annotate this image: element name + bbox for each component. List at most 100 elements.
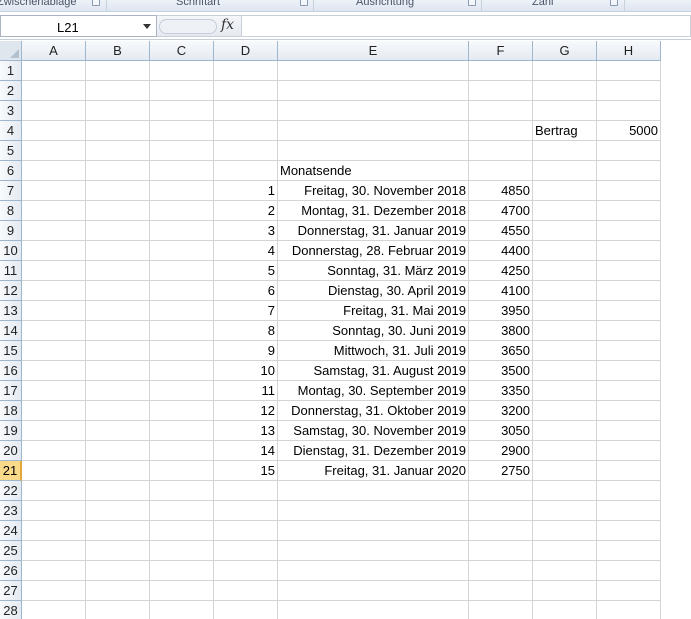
cell-b26[interactable] (86, 561, 150, 581)
cell-e20[interactable]: Dienstag, 31. Dezember 2019 (278, 441, 469, 461)
cell-d15[interactable]: 9 (214, 341, 278, 361)
cell-e16[interactable]: Samstag, 31. August 2019 (278, 361, 469, 381)
cell-c25[interactable] (150, 541, 214, 561)
cell-g13[interactable] (533, 301, 597, 321)
formula-input[interactable] (241, 15, 691, 37)
cell-b17[interactable] (86, 381, 150, 401)
column-header-g[interactable]: G (533, 41, 597, 61)
cell-b20[interactable] (86, 441, 150, 461)
cell-c22[interactable] (150, 481, 214, 501)
row-header-8[interactable]: 8 (0, 201, 22, 221)
cell-f21[interactable]: 2750 (469, 461, 533, 481)
cell-h1[interactable] (597, 61, 661, 81)
cell-g21[interactable] (533, 461, 597, 481)
cell-d10[interactable]: 4 (214, 241, 278, 261)
cell-e28[interactable] (278, 601, 469, 619)
cell-h20[interactable] (597, 441, 661, 461)
row-header-14[interactable]: 14 (0, 321, 22, 341)
cell-h4[interactable]: 5000 (597, 121, 661, 141)
cell-b18[interactable] (86, 401, 150, 421)
cell-d27[interactable] (214, 581, 278, 601)
cell-a26[interactable] (22, 561, 86, 581)
cell-c14[interactable] (150, 321, 214, 341)
name-box[interactable]: L21 (0, 15, 157, 37)
cell-h11[interactable] (597, 261, 661, 281)
cell-g8[interactable] (533, 201, 597, 221)
row-header-5[interactable]: 5 (0, 141, 22, 161)
cell-e21[interactable]: Freitag, 31. Januar 2020 (278, 461, 469, 481)
cell-g11[interactable] (533, 261, 597, 281)
insert-function-icon[interactable]: fx (221, 17, 234, 33)
cell-a27[interactable] (22, 581, 86, 601)
cell-f2[interactable] (469, 81, 533, 101)
cell-c28[interactable] (150, 601, 214, 619)
cell-h22[interactable] (597, 481, 661, 501)
cell-a16[interactable] (22, 361, 86, 381)
cell-b16[interactable] (86, 361, 150, 381)
cell-a25[interactable] (22, 541, 86, 561)
cell-f7[interactable]: 4850 (469, 181, 533, 201)
cell-c21[interactable] (150, 461, 214, 481)
cell-g16[interactable] (533, 361, 597, 381)
column-header-f[interactable]: F (469, 41, 533, 61)
cell-d17[interactable]: 11 (214, 381, 278, 401)
row-header-24[interactable]: 24 (0, 521, 22, 541)
cell-e11[interactable]: Sonntag, 31. März 2019 (278, 261, 469, 281)
cell-g4[interactable]: Bertrag (533, 121, 597, 141)
cell-e15[interactable]: Mittwoch, 31. Juli 2019 (278, 341, 469, 361)
cell-g14[interactable] (533, 321, 597, 341)
cell-g3[interactable] (533, 101, 597, 121)
cell-e22[interactable] (278, 481, 469, 501)
cell-d9[interactable]: 3 (214, 221, 278, 241)
cell-a14[interactable] (22, 321, 86, 341)
cell-c18[interactable] (150, 401, 214, 421)
cell-d5[interactable] (214, 141, 278, 161)
cell-b27[interactable] (86, 581, 150, 601)
cell-b7[interactable] (86, 181, 150, 201)
cell-f26[interactable] (469, 561, 533, 581)
cell-a12[interactable] (22, 281, 86, 301)
cell-h7[interactable] (597, 181, 661, 201)
cell-e23[interactable] (278, 501, 469, 521)
dialog-launcher-icon[interactable] (92, 0, 100, 6)
cell-a15[interactable] (22, 341, 86, 361)
row-header-15[interactable]: 15 (0, 341, 22, 361)
cell-f10[interactable]: 4400 (469, 241, 533, 261)
cell-g28[interactable] (533, 601, 597, 619)
cell-e8[interactable]: Montag, 31. Dezember 2018 (278, 201, 469, 221)
cell-d12[interactable]: 6 (214, 281, 278, 301)
cell-a8[interactable] (22, 201, 86, 221)
cell-e13[interactable]: Freitag, 31. Mai 2019 (278, 301, 469, 321)
cell-g27[interactable] (533, 581, 597, 601)
cell-f5[interactable] (469, 141, 533, 161)
cell-c26[interactable] (150, 561, 214, 581)
dialog-launcher-icon[interactable] (300, 0, 308, 6)
cell-e5[interactable] (278, 141, 469, 161)
resize-grip[interactable] (159, 19, 217, 34)
cell-a24[interactable] (22, 521, 86, 541)
cell-c16[interactable] (150, 361, 214, 381)
cell-f1[interactable] (469, 61, 533, 81)
cell-a23[interactable] (22, 501, 86, 521)
cell-g2[interactable] (533, 81, 597, 101)
row-header-25[interactable]: 25 (0, 541, 22, 561)
cell-d6[interactable] (214, 161, 278, 181)
cell-e6[interactable]: Monatsende (278, 161, 469, 181)
cell-f25[interactable] (469, 541, 533, 561)
cell-b21[interactable] (86, 461, 150, 481)
cell-c24[interactable] (150, 521, 214, 541)
cell-a5[interactable] (22, 141, 86, 161)
cell-b3[interactable] (86, 101, 150, 121)
cell-c17[interactable] (150, 381, 214, 401)
cell-g26[interactable] (533, 561, 597, 581)
column-header-c[interactable]: C (150, 41, 214, 61)
cell-d21[interactable]: 15 (214, 461, 278, 481)
column-header-h[interactable]: H (597, 41, 661, 61)
cell-h12[interactable] (597, 281, 661, 301)
cell-e26[interactable] (278, 561, 469, 581)
cell-g22[interactable] (533, 481, 597, 501)
cell-c1[interactable] (150, 61, 214, 81)
cell-f17[interactable]: 3350 (469, 381, 533, 401)
cell-d8[interactable]: 2 (214, 201, 278, 221)
cell-h24[interactable] (597, 521, 661, 541)
